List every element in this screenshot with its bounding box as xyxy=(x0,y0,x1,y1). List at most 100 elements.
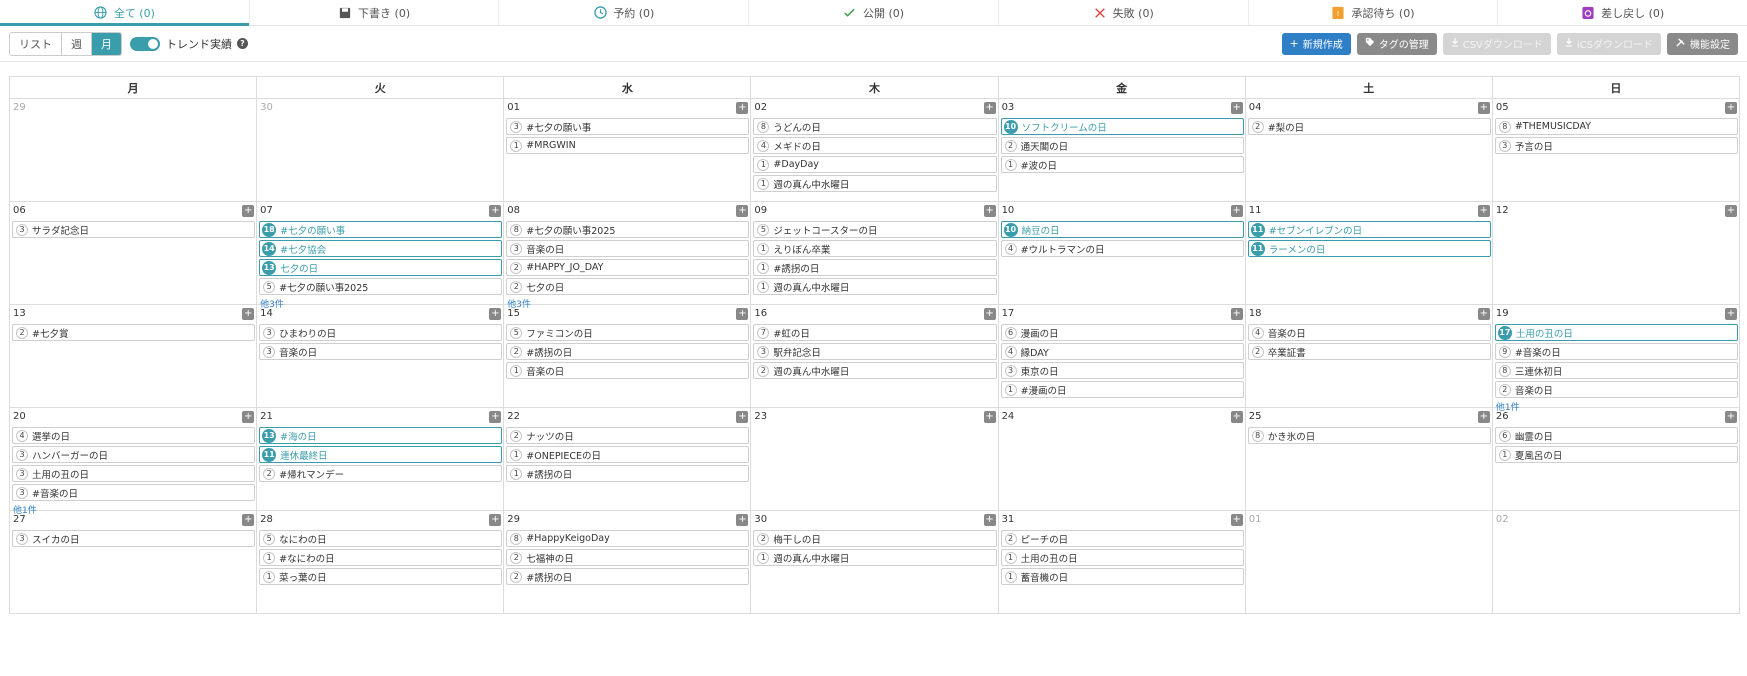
event-item[interactable]: 9 #音楽の日 xyxy=(1494,343,1738,360)
event-item[interactable]: 1 #なにわの日 xyxy=(259,549,503,566)
add-event-button[interactable]: + xyxy=(736,308,749,320)
event-item[interactable]: 4 縁DAY xyxy=(1000,343,1244,360)
day-cell[interactable]: 14 +3 ひまわりの日 3 音楽の日 xyxy=(257,305,505,408)
add-event-button[interactable]: + xyxy=(736,411,749,423)
event-item[interactable]: 3 ひまわりの日 xyxy=(259,324,503,341)
day-cell[interactable]: 17 +6 漫画の日 4 縁DAY 3 東京の日 1 #漫画の日 xyxy=(998,305,1246,408)
event-item[interactable]: 2 #HAPPY_JO_DAY xyxy=(506,259,750,276)
day-cell[interactable]: 21 +13 #海の日 11 連休最終日 2 #帰れマンデー xyxy=(257,408,505,511)
tab-return[interactable]: 差し戻し (0) xyxy=(1498,0,1747,25)
add-event-button[interactable]: + xyxy=(489,205,502,217)
tab-clock[interactable]: 予約 (0) xyxy=(499,0,750,25)
tab-x[interactable]: 失敗 (0) xyxy=(999,0,1249,25)
add-event-button[interactable]: + xyxy=(1724,308,1737,320)
day-cell[interactable]: 20 +4 選挙の日 3 ハンバーガーの日 3 土用の丑の日 3 #音楽の日 他1件 xyxy=(10,408,258,516)
event-item[interactable]: 3 音楽の日 xyxy=(506,240,750,257)
event-item[interactable]: 2 #帰れマンデー xyxy=(259,465,503,482)
event-item[interactable]: 2 ナッツの日 xyxy=(506,427,750,444)
add-event-button[interactable]: + xyxy=(242,205,255,217)
event-item[interactable]: 2 #誘拐の日 xyxy=(506,343,750,360)
event-item[interactable]: 2 七福神の日 xyxy=(506,549,750,566)
tab-globe[interactable]: 全て (0) xyxy=(0,0,250,26)
add-event-button[interactable]: + xyxy=(1477,102,1490,114)
day-cell[interactable]: 29 +8 #HappyKeigoDay 2 七福神の日 2 #誘拐の日 xyxy=(504,511,752,614)
event-item[interactable]: 2 卒業証書 xyxy=(1247,343,1491,360)
view-0-button[interactable]: リスト xyxy=(10,32,62,55)
event-item[interactable]: 4 メギドの日 xyxy=(753,137,997,154)
event-item[interactable]: 8 うどんの日 xyxy=(753,118,997,135)
event-item[interactable]: 3 音楽の日 xyxy=(259,343,503,360)
add-event-button[interactable]: + xyxy=(242,514,255,526)
add-event-button[interactable]: + xyxy=(1477,308,1490,320)
help-icon[interactable]: ? xyxy=(237,38,248,49)
day-cell[interactable]: 07 +18 #七夕の願い事 14 #七夕協会 13 七夕の日 5 #七夕の願い事2025 他3件 xyxy=(257,202,505,310)
tab-approval[interactable]: ! 承認待ち (0) xyxy=(1249,0,1499,25)
day-cell[interactable]: 29 xyxy=(10,99,258,202)
day-cell[interactable]: 31 +2 ピーチの日 1 土用の丑の日 1 蓄音機の日 xyxy=(998,511,1246,614)
event-item[interactable]: 8 #七夕の願い事2025 xyxy=(506,221,750,238)
day-cell[interactable]: 12 + xyxy=(1492,202,1740,305)
event-item[interactable]: 4 #ウルトラマンの日 xyxy=(1000,240,1244,257)
add-event-button[interactable]: + xyxy=(1724,411,1737,423)
day-cell[interactable]: 18 +4 音楽の日 2 卒業証書 xyxy=(1245,305,1493,408)
event-item[interactable]: 1 えりぼん卒業 xyxy=(753,240,997,257)
day-cell[interactable]: 22 +2 ナッツの日 1 #ONEPIECEの日 1 #誘拐の日 xyxy=(504,408,752,511)
event-item[interactable]: 1 蓄音機の日 xyxy=(1000,568,1244,585)
event-item[interactable]: 1 夏風呂の日 xyxy=(1494,446,1738,463)
day-cell[interactable]: 24 + xyxy=(998,408,1246,511)
event-item[interactable]: 5 ファミコンの日 xyxy=(506,324,750,341)
add-event-button[interactable]: + xyxy=(983,205,996,217)
add-event-button[interactable]: + xyxy=(1230,205,1243,217)
event-item[interactable]: 1 週の真ん中水曜日 xyxy=(753,175,997,192)
day-cell[interactable]: 08 +8 #七夕の願い事2025 3 音楽の日 2 #HAPPY_JO_DAY 2 七夕の日他… xyxy=(504,202,752,310)
day-cell[interactable]: 26 +6 幽霊の日 1 夏風呂の日 xyxy=(1492,408,1740,511)
day-cell[interactable]: 01 +3 #七夕の願い事 1 #MRGWIN xyxy=(504,99,752,202)
add-event-button[interactable]: + xyxy=(242,308,255,320)
event-item[interactable]: 2 梅干しの日 xyxy=(753,530,997,547)
event-item[interactable]: 4 音楽の日 xyxy=(1247,324,1491,341)
event-item[interactable]: 8 かき氷の日 xyxy=(1247,427,1491,444)
event-item[interactable]: 2 週の真ん中水曜日 xyxy=(753,362,997,379)
event-item[interactable]: 2 七夕の日 xyxy=(506,278,750,295)
view-1-button[interactable]: 週 xyxy=(62,32,92,55)
add-event-button[interactable]: + xyxy=(1230,514,1243,526)
day-cell[interactable]: 11 +11 #セブンイレブンの日 11 ラーメンの日 xyxy=(1245,202,1493,305)
event-item[interactable]: 3 駅弁記念日 xyxy=(753,343,997,360)
event-item[interactable]: 18 #七夕の願い事 xyxy=(259,221,503,238)
day-cell[interactable]: 30 xyxy=(257,99,505,202)
event-item[interactable]: 3 #音楽の日 xyxy=(12,484,256,501)
event-item[interactable]: 6 幽霊の日 xyxy=(1494,427,1738,444)
event-item[interactable]: 1 土用の丑の日 xyxy=(1000,549,1244,566)
day-cell[interactable]: 03 +10 ソフトクリームの日 2 通天閣の日 1 #波の日 xyxy=(998,99,1246,202)
event-item[interactable]: 1 #波の日 xyxy=(1000,156,1244,173)
event-item[interactable]: 10 ソフトクリームの日 xyxy=(1000,118,1244,135)
event-item[interactable]: 2 #誘拐の日 xyxy=(506,568,750,585)
day-cell[interactable]: 30 +2 梅干しの日 1 週の真ん中水曜日 xyxy=(751,511,999,614)
event-item[interactable]: 11 ラーメンの日 xyxy=(1247,240,1491,257)
add-event-button[interactable]: + xyxy=(736,514,749,526)
add-event-button[interactable]: + xyxy=(983,102,996,114)
event-item[interactable]: 5 なにわの日 xyxy=(259,530,503,547)
event-item[interactable]: 1 菜っ葉の日 xyxy=(259,568,503,585)
new-post-button[interactable]: + 新規作成 xyxy=(1281,32,1351,55)
event-item[interactable]: 3 #七夕の願い事 xyxy=(506,118,750,135)
add-event-button[interactable]: + xyxy=(736,102,749,114)
add-event-button[interactable]: + xyxy=(1477,205,1490,217)
event-item[interactable]: 1 #誘拐の日 xyxy=(753,259,997,276)
add-event-button[interactable]: + xyxy=(736,205,749,217)
event-item[interactable]: 11 #セブンイレブンの日 xyxy=(1247,221,1491,238)
event-item[interactable]: 5 ジェットコースターの日 xyxy=(753,221,997,238)
event-item[interactable]: 1 #ONEPIECEの日 xyxy=(506,446,750,463)
add-event-button[interactable]: + xyxy=(1724,205,1737,217)
settings-button[interactable]: 機能設定 xyxy=(1667,32,1738,55)
trend-toggle[interactable] xyxy=(130,36,160,51)
event-item[interactable]: 7 #虹の日 xyxy=(753,324,997,341)
event-item[interactable]: 10 納豆の日 xyxy=(1000,221,1244,238)
add-event-button[interactable]: + xyxy=(983,411,996,423)
add-event-button[interactable]: + xyxy=(983,514,996,526)
event-item[interactable]: 11 連休最終日 xyxy=(259,446,503,463)
event-item[interactable]: 1 週の真ん中水曜日 xyxy=(753,278,997,295)
event-item[interactable]: 2 #七夕賞 xyxy=(12,324,256,341)
add-event-button[interactable]: + xyxy=(489,514,502,526)
add-event-button[interactable]: + xyxy=(1230,102,1243,114)
